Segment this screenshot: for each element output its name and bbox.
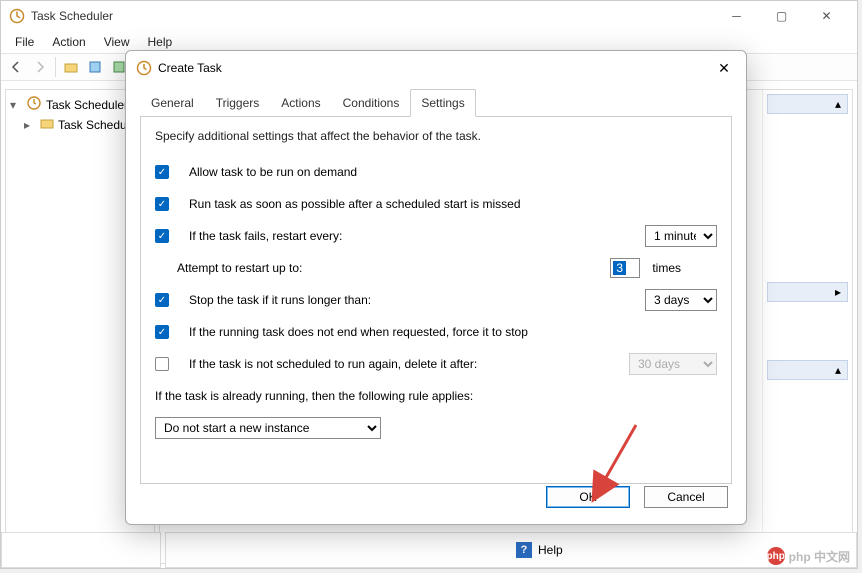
- tab-actions[interactable]: Actions: [270, 89, 331, 117]
- row-run-missed: ✓ Run task as soon as possible after a s…: [155, 193, 717, 215]
- app-clock-icon: [26, 95, 42, 114]
- row-attempt-restart: Attempt to restart up to: 3 times: [155, 257, 717, 279]
- row-restart-every: ✓ If the task fails, restart every: 1 mi…: [155, 225, 717, 247]
- label-delete-after: If the task is not scheduled to run agai…: [189, 357, 617, 371]
- attempt-count-spinner[interactable]: 3: [610, 258, 640, 278]
- row-running-rule: If the task is already running, then the…: [155, 385, 717, 407]
- cancel-button[interactable]: Cancel: [644, 486, 728, 508]
- bottom-left-pane: [1, 532, 161, 568]
- chevron-right-icon[interactable]: ▸: [24, 118, 36, 132]
- row-force-stop: ✓ If the running task does not end when …: [155, 321, 717, 343]
- actions-pane-header-2[interactable]: ▴: [767, 360, 848, 380]
- attempt-count-value: 3: [613, 261, 626, 275]
- dialog-buttons: OK Cancel: [546, 486, 728, 508]
- tab-general[interactable]: General: [140, 89, 205, 117]
- label-force-stop: If the running task does not end when re…: [189, 325, 717, 339]
- help-label[interactable]: Help: [538, 543, 563, 557]
- stop-after-select[interactable]: 3 days: [645, 289, 717, 311]
- collapse-up-icon[interactable]: ▴: [835, 363, 841, 377]
- bottom-status-pane: ? Help: [165, 532, 857, 568]
- dialog-tabs: General Triggers Actions Conditions Sett…: [126, 89, 746, 117]
- toolbar-separator: [55, 57, 56, 77]
- menu-help[interactable]: Help: [140, 33, 181, 51]
- bottom-pane: ? Help: [1, 532, 857, 568]
- restart-interval-select[interactable]: 1 minute: [645, 225, 717, 247]
- tab-settings[interactable]: Settings: [410, 89, 475, 117]
- settings-panel: Specify additional settings that affect …: [140, 116, 732, 484]
- label-restart-every: If the task fails, restart every:: [189, 229, 633, 243]
- checkbox-restart-every[interactable]: ✓: [155, 229, 169, 243]
- actions-pane: ▴ ▸ ▴: [762, 90, 852, 563]
- nav-back-button[interactable]: [5, 56, 27, 78]
- tab-triggers[interactable]: Triggers: [205, 89, 271, 117]
- dialog-close-button[interactable]: ✕: [712, 56, 736, 80]
- actions-pane-expand[interactable]: ▸: [767, 282, 848, 302]
- watermark-icon: php: [767, 547, 785, 565]
- main-titlebar: Task Scheduler ─ ▢ ✕: [1, 1, 857, 31]
- checkbox-force-stop[interactable]: ✓: [155, 325, 169, 339]
- watermark-text: php 中文网: [789, 548, 850, 565]
- settings-description: Specify additional settings that affect …: [155, 129, 717, 143]
- maximize-button[interactable]: ▢: [759, 1, 804, 31]
- running-rule-select[interactable]: Do not start a new instance: [155, 417, 381, 439]
- window-controls: ─ ▢ ✕: [714, 1, 849, 31]
- label-run-missed: Run task as soon as possible after a sch…: [189, 197, 717, 211]
- collapse-up-icon[interactable]: ▴: [835, 97, 841, 111]
- row-rule-combo: Do not start a new instance: [155, 417, 717, 439]
- app-clock-icon: [136, 60, 152, 76]
- checkbox-allow-on-demand[interactable]: ✓: [155, 165, 169, 179]
- delete-after-select: 30 days: [629, 353, 717, 375]
- attempt-suffix: times: [652, 261, 681, 275]
- checkbox-delete-after[interactable]: [155, 357, 169, 371]
- minimize-button[interactable]: ─: [714, 1, 759, 31]
- watermark: php php 中文网: [767, 547, 850, 565]
- app-clock-icon: [9, 8, 25, 24]
- label-stop-longer: Stop the task if it runs longer than:: [189, 293, 633, 307]
- checkbox-run-missed[interactable]: ✓: [155, 197, 169, 211]
- dialog-title: Create Task: [158, 61, 222, 75]
- dialog-titlebar: Create Task ✕: [126, 51, 746, 85]
- menu-file[interactable]: File: [7, 33, 42, 51]
- row-allow-on-demand: ✓ Allow task to be run on demand: [155, 161, 717, 183]
- menu-action[interactable]: Action: [44, 33, 93, 51]
- chevron-down-icon[interactable]: ▾: [10, 98, 22, 112]
- create-task-dialog: Create Task ✕ General Triggers Actions C…: [125, 50, 747, 525]
- checkbox-stop-longer[interactable]: ✓: [155, 293, 169, 307]
- row-stop-longer: ✓ Stop the task if it runs longer than: …: [155, 289, 717, 311]
- tab-conditions[interactable]: Conditions: [332, 89, 411, 117]
- menu-view[interactable]: View: [96, 33, 138, 51]
- row-delete-after: If the task is not scheduled to run agai…: [155, 353, 717, 375]
- nav-forward-button[interactable]: [29, 56, 51, 78]
- label-running-rule: If the task is already running, then the…: [155, 389, 717, 403]
- toolbar-properties-icon[interactable]: [84, 56, 106, 78]
- folder-icon: [40, 116, 54, 133]
- close-button[interactable]: ✕: [804, 1, 849, 31]
- help-icon: ?: [516, 542, 532, 558]
- label-attempt-restart: Attempt to restart up to:: [155, 261, 598, 275]
- chevron-right-icon: ▸: [835, 285, 841, 299]
- ok-button[interactable]: OK: [546, 486, 630, 508]
- label-allow-on-demand: Allow task to be run on demand: [189, 165, 717, 179]
- toolbar-folder-icon[interactable]: [60, 56, 82, 78]
- main-title: Task Scheduler: [31, 9, 113, 23]
- actions-pane-header[interactable]: ▴: [767, 94, 848, 114]
